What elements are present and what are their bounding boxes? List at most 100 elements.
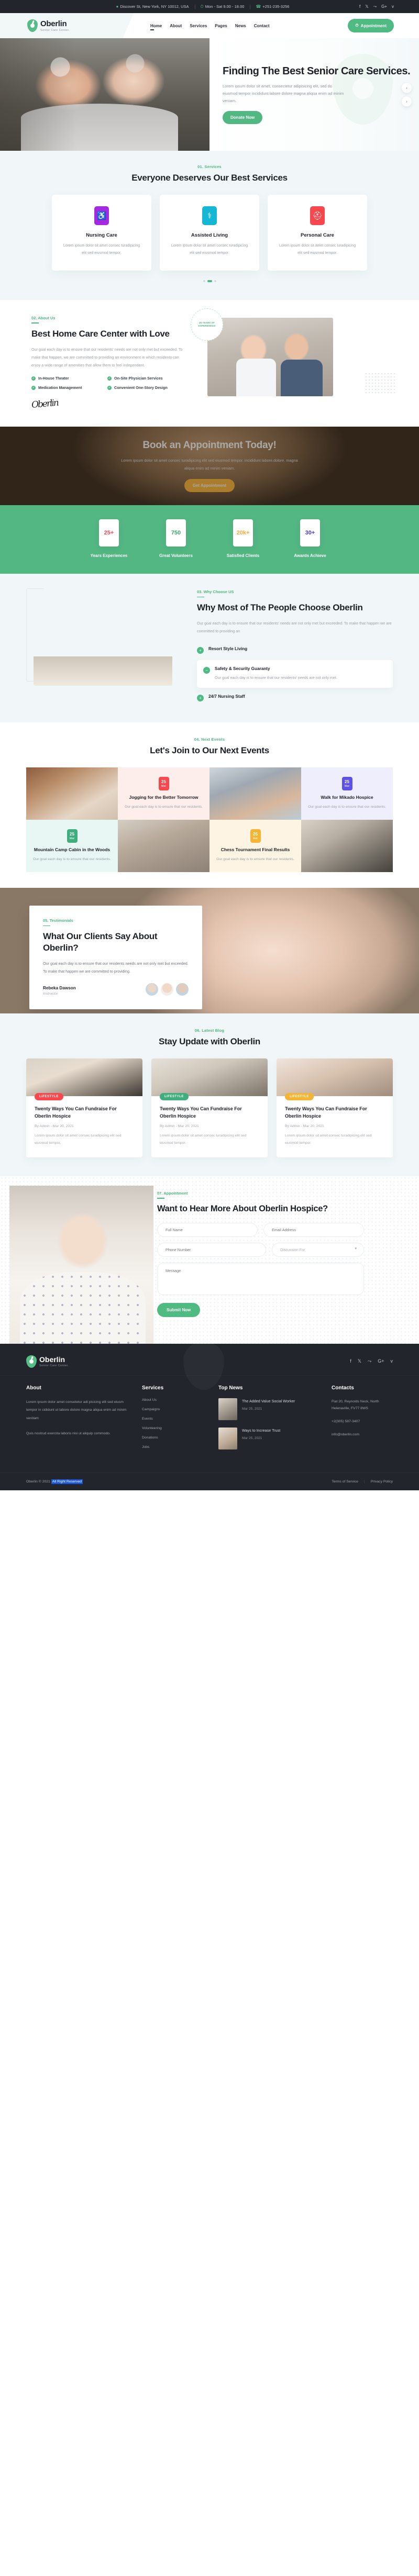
vimeo-icon[interactable]: v <box>391 1358 393 1364</box>
event-card[interactable]: 25 Mar Mountain Camp Cabin in the Woods … <box>26 820 118 873</box>
next-arrow-icon[interactable]: › <box>402 96 412 106</box>
nav-item-pages[interactable]: Pages <box>215 24 227 28</box>
blog-card[interactable]: LIFESTYLE Twenty Ways You Can Fundraise … <box>151 1058 268 1157</box>
event-card[interactable]: 25 Mar Jogging for the Better Tomorrow O… <box>118 767 210 820</box>
copyright-text: Oberlin © 2021 <box>26 1479 51 1484</box>
footer-link-jobs[interactable]: Jobs <box>142 1445 205 1449</box>
event-card[interactable]: 25 Mar Walk for Mikado Hospice Our goal … <box>301 767 393 820</box>
event-day: 25 <box>345 779 349 784</box>
accordion-body: Our goal each day is to ensure that our … <box>215 675 337 681</box>
facebook-icon[interactable]: f <box>350 1358 351 1364</box>
check-icon: ✓ <box>107 376 112 381</box>
pagination-dot[interactable] <box>214 280 216 282</box>
event-card[interactable]: 25 Mar Chess Tournament Final Results Ou… <box>210 820 301 873</box>
donate-now-button[interactable]: Donate Now <box>223 111 263 125</box>
google-plus-icon[interactable]: G+ <box>381 4 387 9</box>
avatar[interactable] <box>161 983 173 996</box>
why-content: 03. Why Choose US Why Most of The People… <box>197 588 393 706</box>
hero-content: Finding The Best Senior Care Services. L… <box>210 38 419 151</box>
vimeo-icon[interactable]: v <box>392 4 394 9</box>
cta-banner: Book an Appointment Today! Lorem ipsum d… <box>0 427 419 506</box>
blog-tag[interactable]: LIFESTYLE <box>35 1093 63 1101</box>
discussion-select[interactable]: Discussion For <box>272 1243 364 1257</box>
why-accordion: + Resort Style Living − Safety & Securit… <box>197 642 393 706</box>
appointment-button[interactable]: ⏱ Appointment <box>348 19 394 32</box>
testimonial-avatars <box>146 983 189 996</box>
footer-link-events[interactable]: Events <box>142 1417 205 1421</box>
event-month: Mar <box>161 784 167 788</box>
logo-area[interactable]: Oberlin Senior Care Center. <box>0 13 134 38</box>
email-input[interactable] <box>263 1223 364 1237</box>
services-section: 01. Services Everyone Deserves Our Best … <box>0 151 419 300</box>
accordion-item-resort-style-living[interactable]: + Resort Style Living <box>197 642 393 658</box>
footer-news-item[interactable]: The Added Value Social Worker Mar 25, 20… <box>218 1398 318 1420</box>
twitter-icon[interactable]: 𝕏 <box>358 1358 361 1364</box>
nav-item-services[interactable]: Services <box>190 24 207 28</box>
stat-value: 20k+ <box>233 519 253 547</box>
contact-phone[interactable]: +2(305) 587-3407 <box>332 1418 393 1425</box>
service-card[interactable]: ♿ Nursing Care Lorem ipsum dolor sit ame… <box>52 194 151 271</box>
rss-icon[interactable]: ⤳ <box>373 4 377 9</box>
event-title: Jogging for the Better Tomorrow <box>129 795 199 800</box>
phone-text: +251-235-3256 <box>262 4 290 9</box>
accordion-title: Safety & Security Guaranty <box>215 666 270 672</box>
nav-item-about[interactable]: About <box>170 24 182 28</box>
twitter-icon[interactable]: 𝕏 <box>365 4 368 9</box>
rss-icon[interactable]: ⤳ <box>368 1358 371 1364</box>
phone-input[interactable] <box>157 1243 266 1257</box>
event-date-badge: 25 Mar <box>67 829 78 843</box>
service-card[interactable]: ⚕ Assisted Living Lorem ipsum dolor sit … <box>160 194 259 271</box>
accordion-item-nursing-staff[interactable]: + 24/7 Nursing Staff <box>197 690 393 706</box>
dot-pattern-decoration <box>365 372 396 393</box>
footer-brand-name: Oberlin <box>39 1355 65 1364</box>
message-textarea[interactable] <box>157 1263 364 1296</box>
blog-card[interactable]: LIFESTYLE Twenty Ways You Can Fundraise … <box>26 1058 142 1157</box>
why-title: Why Most of The People Choose Oberlin <box>197 603 363 613</box>
blog-post-title[interactable]: Twenty Ways You Can Fundraise For Oberli… <box>35 1106 134 1120</box>
footer-news-item[interactable]: Ways to Increase Trust Mar 25, 2021 <box>218 1427 318 1449</box>
get-appointment-button[interactable]: Get Appointment <box>184 479 235 493</box>
nav-item-home[interactable]: Home <box>150 24 162 30</box>
facebook-icon[interactable]: f <box>359 4 360 9</box>
service-card[interactable]: ⛑ Personal Care Lorem ipsum dolor sit am… <box>268 194 367 271</box>
accordion-item-safety-security[interactable]: − Safety & Security Guaranty Our goal ea… <box>197 660 393 688</box>
footer-link-donations[interactable]: Donations <box>142 1436 205 1440</box>
footer-about-heading: About <box>26 1385 41 1391</box>
avatar[interactable] <box>146 983 158 996</box>
stat-label: Awards Achieve <box>294 553 326 559</box>
nav-item-news[interactable]: News <box>235 24 246 28</box>
footer-link-campaigns[interactable]: Campaigns <box>142 1408 205 1411</box>
footer-brand-tagline: Senior Care Center. <box>39 1364 69 1367</box>
brand-logo[interactable]: Oberlin Senior Care Center. <box>27 19 70 32</box>
appointment-section: 07. Appointment Want to Hear More About … <box>0 1176 419 1344</box>
blog-card[interactable]: LIFESTYLE Twenty Ways You Can Fundraise … <box>277 1058 393 1157</box>
signature-image: Oberlin <box>31 397 59 411</box>
nav-item-contact[interactable]: Contact <box>254 24 270 28</box>
service-name: Personal Care <box>301 232 334 238</box>
blog-excerpt: Lorem ipsum dolor sit amet consec turadi… <box>35 1134 122 1145</box>
footer-brand-logo[interactable]: Oberlin Senior Care Center. <box>26 1355 69 1368</box>
pagination-dot[interactable] <box>203 280 205 282</box>
contact-email[interactable]: info@oberlin.com <box>332 1431 393 1438</box>
prev-arrow-icon[interactable]: ‹ <box>402 83 412 93</box>
footer-link-volunteering[interactable]: Volunteering <box>142 1426 205 1430</box>
blog-post-title[interactable]: Twenty Ways You Can Fundraise For Oberli… <box>160 1106 259 1120</box>
pagination-dot-active[interactable] <box>207 280 212 282</box>
phone-item[interactable]: ☎ +251-235-3256 <box>250 4 295 9</box>
terms-of-service-link[interactable]: Terms of Service <box>332 1480 358 1484</box>
avatar[interactable] <box>176 983 189 996</box>
news-date: Mar 25, 2021 <box>242 1407 262 1411</box>
stat-label: Years Experiences <box>90 553 128 559</box>
event-desc: Our goal each day is to ensure that our … <box>308 805 386 809</box>
google-plus-icon[interactable]: G+ <box>378 1358 384 1364</box>
service-name: Nursing Care <box>86 232 117 238</box>
blog-tag[interactable]: LIFESTYLE <box>285 1093 314 1101</box>
discussion-select-wrap[interactable]: Discussion For <box>272 1243 364 1257</box>
submit-now-button[interactable]: Submit Now <box>157 1303 201 1318</box>
feature-label: On-Site Physician Services <box>114 376 163 381</box>
blog-post-title[interactable]: Twenty Ways You Can Fundraise For Oberli… <box>285 1106 384 1120</box>
privacy-policy-link[interactable]: Privacy Policy <box>371 1480 393 1484</box>
blog-tag[interactable]: LIFESTYLE <box>160 1093 189 1101</box>
footer-link-about-us[interactable]: About Us <box>142 1398 205 1402</box>
full-name-input[interactable] <box>157 1223 258 1237</box>
